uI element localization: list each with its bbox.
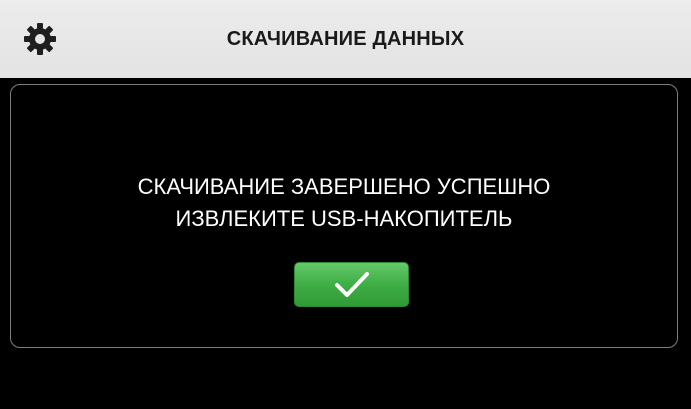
message-line-2: ИЗВЛЕКИТЕ USB-НАКОПИТЕЛЬ	[175, 206, 513, 231]
header-bar: СКАЧИВАНИЕ ДАННЫХ	[0, 0, 691, 78]
checkmark-icon	[334, 271, 369, 297]
gear-icon	[24, 23, 56, 55]
confirm-button[interactable]	[294, 262, 409, 307]
screen: СКАЧИВАНИЕ ДАННЫХ СКАЧИВАНИЕ ЗАВЕРШЕНО У…	[0, 0, 691, 409]
dialog-message: СКАЧИВАНИЕ ЗАВЕРШЕНО УСПЕШНО ИЗВЛЕКИТЕ U…	[11, 171, 677, 235]
settings-button[interactable]	[20, 19, 60, 59]
message-line-1: СКАЧИВАНИЕ ЗАВЕРШЕНО УСПЕШНО	[137, 174, 551, 199]
page-title: СКАЧИВАНИЕ ДАННЫХ	[226, 27, 465, 50]
message-dialog: СКАЧИВАНИЕ ЗАВЕРШЕНО УСПЕШНО ИЗВЛЕКИТЕ U…	[10, 84, 678, 348]
